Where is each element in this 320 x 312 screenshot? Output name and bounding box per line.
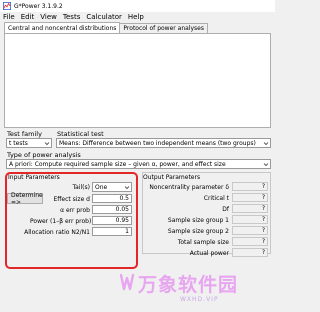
alpha-input[interactable]: 0.05 [92,205,132,214]
menu-edit[interactable]: Edit [21,13,35,21]
critical-t-value: ? [232,193,268,202]
chevron-down-icon [124,186,130,190]
statistical-test-label: Statistical test [57,130,104,138]
test-family-label: Test family [7,130,42,138]
power-label: Power (1–β err prob) [30,218,92,225]
tails-value: One [95,183,108,191]
noncentrality-label: Noncentrality parameter δ [149,184,229,191]
power-analysis-type-label: Type of power analysis [7,151,81,159]
chevron-down-icon [44,142,50,146]
alpha-label: α err prob [60,207,90,214]
sample-size-group1-label: Sample size group 1 [167,217,229,224]
effect-size-label: Effect size d [53,196,90,203]
total-sample-size-value: ? [232,237,268,246]
menu-bar: File Edit View Tests Calculator Help [0,12,275,22]
effect-size-input[interactable]: 0.5 [92,194,132,203]
test-family-value: t tests [9,139,28,147]
menu-file[interactable]: File [3,13,15,21]
watermark: 万象软件园 WXHD.VIP [118,270,268,310]
power-input[interactable]: 0.95 [92,216,132,225]
sample-size-group2-label: Sample size group 2 [167,228,229,235]
tails-select[interactable]: One [92,182,132,192]
distribution-plot-area [4,33,271,128]
menu-tests[interactable]: Tests [63,13,80,21]
noncentrality-value: ? [232,182,268,191]
sample-size-group1-value: ? [232,215,268,224]
watermark-url: WXHD.VIP [180,296,219,303]
statistical-test-select[interactable]: Means: Difference between two independen… [56,138,271,148]
allocation-ratio-label: Allocation ratio N2/N1 [24,229,90,236]
watermark-brand: 万象软件园 [138,274,239,296]
statistical-test-value: Means: Difference between two independen… [59,139,256,147]
power-analysis-type-value: A priori: Compute required sample size –… [9,160,226,168]
menu-calculator[interactable]: Calculator [86,13,122,21]
app-icon [3,2,11,10]
chevron-down-icon [263,163,269,167]
test-family-select[interactable]: t tests [6,138,52,148]
watermark-logo-icon [119,273,135,291]
tab-strip: Central and noncentral distributions Pro… [4,22,271,33]
menu-view[interactable]: View [40,13,57,21]
determine-button[interactable]: Determine => [7,192,43,206]
sample-size-group2-value: ? [232,226,268,235]
critical-t-label: Critical t [203,195,229,202]
actual-power-label: Actual power [189,250,229,257]
power-analysis-type-select[interactable]: A priori: Compute required sample size –… [6,159,271,169]
tab-distributions[interactable]: Central and noncentral distributions [4,22,121,33]
df-label: Df [222,206,229,213]
tab-protocol[interactable]: Protocol of power analyses [119,23,208,33]
menu-help[interactable]: Help [128,13,144,21]
allocation-ratio-input[interactable]: 1 [92,227,132,236]
df-value: ? [232,204,268,213]
tails-label: Tail(s) [72,184,91,191]
total-sample-size-label: Total sample size [177,239,229,246]
title-bar: G*Power 3.1.9.2 [0,0,275,12]
chevron-down-icon [263,142,269,146]
window-title: G*Power 3.1.9.2 [14,2,63,10]
actual-power-value: ? [232,248,268,257]
